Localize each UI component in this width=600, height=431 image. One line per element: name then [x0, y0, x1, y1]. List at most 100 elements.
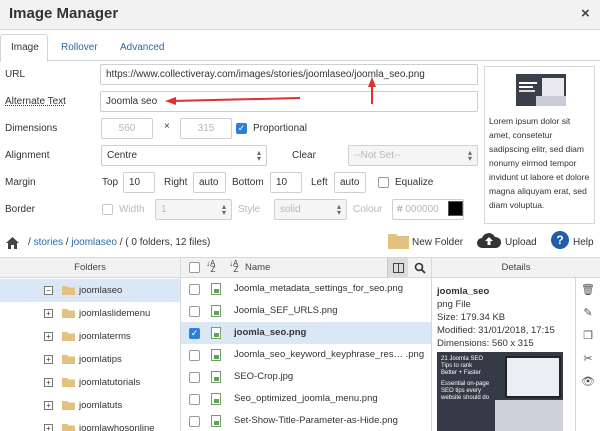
file-checkbox[interactable] [189, 284, 200, 295]
expand-icon[interactable]: + [44, 424, 53, 431]
margin-label: Margin [5, 177, 36, 188]
folder-icon [62, 424, 75, 431]
border-checkbox[interactable] [102, 204, 113, 215]
border-width-select[interactable]: 1 ▴ ▾ [155, 199, 232, 220]
height-input[interactable]: 315 [180, 118, 232, 139]
margin-right-input[interactable]: auto [193, 172, 226, 193]
file-checkbox[interactable] [189, 416, 200, 427]
edit-icon[interactable]: ✎ [581, 306, 595, 320]
alignment-select[interactable]: Centre ▴ ▾ [101, 145, 267, 166]
colour-swatch[interactable] [448, 201, 463, 216]
expand-icon[interactable]: + [44, 355, 53, 364]
file-checkbox[interactable] [189, 350, 200, 361]
folder-icon [62, 286, 75, 295]
preview-lorem-text: Lorem ipsum dolor sit amet, consetetur s… [489, 116, 590, 210]
expand-icon[interactable]: + [44, 401, 53, 410]
preview-thumb-line-2 [519, 86, 533, 88]
new-folder-button[interactable]: New Folder [388, 232, 488, 252]
file-name: Seo_optimized_joomla_menu.png [234, 393, 378, 404]
width-input[interactable]: 560 [101, 118, 153, 139]
breadcrumb-stories[interactable]: stories [34, 237, 63, 248]
name-column-header[interactable]: Name [245, 262, 270, 273]
home-icon[interactable] [6, 237, 19, 249]
sort-icon[interactable]: ↓A Z [206, 260, 215, 274]
border-colour-label: Colour [353, 204, 383, 215]
file-checkbox[interactable] [189, 394, 200, 405]
border-width-value: 1 [161, 204, 167, 215]
help-icon: ? [551, 231, 569, 249]
preview-thumb-line-3 [519, 90, 535, 92]
equalize-checkbox[interactable] [378, 177, 389, 188]
margin-left-input[interactable]: auto [334, 172, 366, 193]
folder-icon [62, 309, 75, 318]
view-icon[interactable]: 👁 [581, 375, 595, 389]
file-checkbox[interactable] [189, 306, 200, 317]
preview-thumbnail [516, 74, 566, 106]
image-file-icon [211, 349, 221, 361]
file-checkbox[interactable] [189, 372, 200, 383]
thumb-line: SEO tips every [441, 388, 482, 394]
folder-summary: ( 0 folders, 12 files) [125, 237, 211, 248]
help-button[interactable]: ? Help [551, 231, 596, 253]
delete-icon[interactable]: 🗑 [581, 283, 595, 297]
preview-thumb-base [536, 96, 566, 106]
expand-icon[interactable]: + [44, 378, 53, 387]
folder-item[interactable]: − joomlaseo [0, 279, 180, 302]
breadcrumb-joomlaseo[interactable]: joomlaseo [71, 237, 117, 248]
folder-item[interactable]: + joomlaterms [0, 325, 180, 348]
proportional-checkbox[interactable]: ✓ [236, 123, 247, 134]
folder-name: joomlaseo [79, 285, 123, 296]
file-checkbox[interactable]: ✓ [189, 328, 200, 339]
folder-icon [62, 401, 75, 410]
margin-top-input[interactable]: 10 [123, 172, 155, 193]
folder-item[interactable]: + joomlaslidemenu [0, 302, 180, 325]
border-style-select[interactable]: solid ▴ ▾ [274, 199, 347, 220]
folder-item[interactable]: + joomlatuts [0, 394, 180, 417]
folder-icon [62, 355, 75, 364]
cut-icon[interactable]: ✂ [581, 352, 595, 366]
annotation-arrow-left [171, 97, 301, 102]
file-row[interactable]: SEO-Crop.jpg [181, 366, 431, 388]
image-file-icon [211, 393, 221, 405]
margin-bottom-input[interactable]: 10 [270, 172, 302, 193]
file-row[interactable]: Joomla_SEF_URLS.png [181, 300, 431, 322]
file-row[interactable]: Seo_optimized_joomla_menu.png [181, 388, 431, 410]
image-file-icon [211, 371, 221, 383]
border-style-value: solid [280, 204, 301, 215]
breadcrumb-separator: / [65, 237, 69, 248]
view-toggle-button[interactable] [387, 258, 408, 278]
details-header: Details [501, 262, 531, 273]
border-style-label: Style [238, 204, 261, 215]
folder-item[interactable]: + joomlawhosonline [0, 417, 180, 431]
folder-item[interactable]: + joomlatutorials [0, 371, 180, 394]
file-row[interactable]: ✓ joomla_seo.png [181, 322, 431, 344]
file-row[interactable]: Set-Show-Title-Parameter-as-Hide.png [181, 410, 431, 431]
file-name: joomla_seo.png [234, 327, 307, 338]
folder-item[interactable]: + joomlatips [0, 348, 180, 371]
image-file-icon [211, 283, 221, 295]
sort-name-icon[interactable]: ↓A Z [229, 260, 238, 274]
upload-button[interactable]: Upload [477, 231, 539, 253]
file-row[interactable]: Joomla_metadata_settings_for_seo.png [181, 278, 431, 300]
select-all-checkbox[interactable] [189, 262, 200, 273]
image-file-icon [211, 415, 221, 427]
thumb-laptop-screen [505, 356, 561, 398]
actions-divider [575, 278, 576, 431]
detail-modified: Modified: 31/01/2018, 17:15 [437, 325, 555, 336]
expand-icon[interactable]: + [44, 332, 53, 341]
preview-thumb-line-1 [519, 82, 537, 84]
folder-name: joomlatutorials [79, 377, 141, 388]
expand-icon[interactable]: + [44, 309, 53, 318]
border-width-label: Width [119, 204, 145, 215]
search-icon[interactable] [414, 262, 426, 274]
times-sign: × [164, 121, 170, 132]
file-row[interactable]: Joomla_seo_keyword_keyphrase_res… .png [181, 344, 431, 366]
annotation-arrow-left-head [165, 97, 176, 105]
image-file-icon [211, 305, 221, 317]
copy-icon[interactable]: ❐ [581, 329, 595, 343]
folder-icon [62, 332, 75, 341]
folder-name: joomlawhosonline [79, 423, 155, 431]
collapse-icon[interactable]: − [44, 286, 53, 295]
thumb-line: Better + Faster [441, 370, 481, 376]
clear-select[interactable]: --Not Set-- ▴ ▾ [348, 145, 478, 166]
